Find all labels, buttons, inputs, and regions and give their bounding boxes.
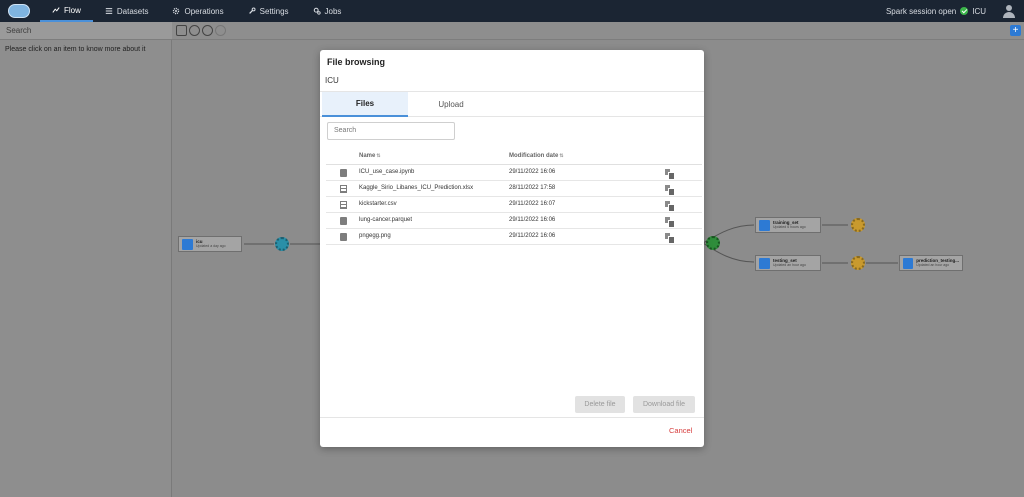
sort-icon: ⇅ xyxy=(559,153,564,159)
session-info: Spark session open ICU xyxy=(886,0,1016,22)
list-icon xyxy=(105,8,113,14)
dataset-node-icu[interactable]: icu Updated a day ago xyxy=(178,236,242,252)
folder-icon xyxy=(182,238,193,250)
copy-icon[interactable] xyxy=(665,185,675,196)
node-subtitle: Updated an hour ago xyxy=(916,263,950,267)
tab-datasets[interactable]: Datasets xyxy=(93,0,161,22)
modal-divider xyxy=(320,417,704,418)
wrench-icon xyxy=(248,7,256,14)
table-row[interactable]: kickstarter.csv 29/11/2022 16:07 xyxy=(326,197,702,213)
add-button[interactable]: + xyxy=(1010,25,1021,36)
cancel-button[interactable]: Cancel xyxy=(669,426,692,435)
file-table: Name⇅ Modification date⇅ ICU_use_case.ip… xyxy=(326,149,702,245)
document-icon xyxy=(340,169,347,177)
document-icon xyxy=(340,217,347,225)
reset-icon[interactable] xyxy=(215,25,226,36)
copy-icon[interactable] xyxy=(665,201,675,212)
session-status: Spark session open xyxy=(885,6,957,16)
tab-flow-label: Flow xyxy=(64,5,81,15)
project-name: ICU xyxy=(972,6,986,16)
copy-icon[interactable] xyxy=(665,169,675,180)
top-nav: Flow Datasets Operations Settings Jobs S… xyxy=(0,0,1024,22)
tab-files[interactable]: Files xyxy=(322,92,408,117)
model-gear-icon[interactable] xyxy=(851,218,865,232)
tab-datasets-label: Datasets xyxy=(116,6,149,16)
download-file-button[interactable]: Download file xyxy=(633,396,695,413)
sort-icon: ⇅ xyxy=(376,153,381,159)
file-date: 29/11/2022 16:07 xyxy=(509,201,556,207)
dataset-node-testing[interactable]: testing_set Updated an hour ago xyxy=(755,255,821,271)
copy-icon[interactable] xyxy=(665,233,675,244)
breadcrumb[interactable]: ICU xyxy=(325,76,339,85)
dataset-node-training[interactable]: training_set Updated 6 hours ago xyxy=(755,217,821,233)
gears-icon xyxy=(313,7,321,15)
user-icon[interactable] xyxy=(1002,4,1016,18)
column-name-label: Name xyxy=(359,153,376,159)
table-icon xyxy=(340,201,347,209)
dataset-node-prediction[interactable]: prediction_testing... Updated an hour ag… xyxy=(899,255,963,271)
table-row[interactable]: pngegg.png 29/11/2022 16:06 xyxy=(326,229,702,245)
column-name-header[interactable]: Name⇅ xyxy=(359,153,381,159)
table-row[interactable]: lung-cancer.parquet 29/11/2022 16:06 xyxy=(326,213,702,229)
zoom-out-icon[interactable] xyxy=(202,25,213,36)
info-hint: Please click on an item to know more abo… xyxy=(5,46,146,53)
tab-operations[interactable]: Operations xyxy=(160,0,235,22)
table-icon xyxy=(340,185,347,193)
file-name: pngegg.png xyxy=(359,233,391,239)
file-search-input[interactable]: Search xyxy=(327,122,455,140)
modal-title: File browsing xyxy=(327,57,386,67)
file-name: ICU_use_case.ipynb xyxy=(359,169,415,175)
file-name: kickstarter.csv xyxy=(359,201,397,207)
tab-jobs-label: Jobs xyxy=(324,6,342,16)
column-date-header[interactable]: Modification date⇅ xyxy=(509,153,564,159)
column-date-label: Modification date xyxy=(509,153,559,159)
wifi-icon xyxy=(759,257,770,269)
file-name: Kaggle_Sirio_Libanes_ICU_Prediction.xlsx xyxy=(359,185,474,191)
copy-icon[interactable] xyxy=(665,217,675,228)
file-date: 29/11/2022 16:06 xyxy=(509,217,556,223)
table-row[interactable]: ICU_use_case.ipynb 29/11/2022 16:06 xyxy=(326,165,702,181)
file-date: 29/11/2022 16:06 xyxy=(509,169,556,175)
left-search-input[interactable]: Search xyxy=(0,22,172,40)
modal-tabs: Files Upload xyxy=(320,91,704,117)
left-panel: Search Please click on an item to know m… xyxy=(0,22,172,497)
app-logo[interactable] xyxy=(8,4,30,18)
fit-view-icon[interactable] xyxy=(176,25,187,36)
zoom-in-icon[interactable] xyxy=(189,25,200,36)
delete-file-button[interactable]: Delete file xyxy=(575,396,625,413)
file-date: 29/11/2022 16:06 xyxy=(509,233,556,239)
tab-jobs[interactable]: Jobs xyxy=(301,0,354,22)
file-name: lung-cancer.parquet xyxy=(359,217,413,223)
image-icon xyxy=(340,233,347,241)
wifi-icon xyxy=(903,257,914,269)
wifi-icon xyxy=(759,219,770,231)
gear-icon xyxy=(173,7,180,15)
node-subtitle: Updated an hour ago xyxy=(773,263,806,267)
table-header: Name⇅ Modification date⇅ xyxy=(326,149,702,165)
file-browsing-modal: File browsing ICU Files Upload Search Na… xyxy=(320,50,704,447)
split-gear-icon[interactable] xyxy=(706,236,720,250)
table-row[interactable]: Kaggle_Sirio_Libanes_ICU_Prediction.xlsx… xyxy=(326,181,702,197)
tab-flow[interactable]: Flow xyxy=(40,0,93,22)
tab-operations-label: Operations xyxy=(184,6,224,16)
node-subtitle: Updated 6 hours ago xyxy=(773,225,806,229)
tab-upload[interactable]: Upload xyxy=(408,92,494,117)
tab-settings-label: Settings xyxy=(259,6,289,16)
tab-settings[interactable]: Settings xyxy=(236,0,301,22)
check-circle-icon xyxy=(960,7,969,15)
operation-gear-icon[interactable] xyxy=(275,237,289,251)
file-date: 28/11/2022 17:58 xyxy=(509,185,556,191)
chart-line-icon xyxy=(52,7,60,13)
node-subtitle: Updated a day ago xyxy=(196,244,226,248)
canvas-toolbar: + xyxy=(172,22,1024,40)
predict-gear-icon[interactable] xyxy=(851,256,865,270)
